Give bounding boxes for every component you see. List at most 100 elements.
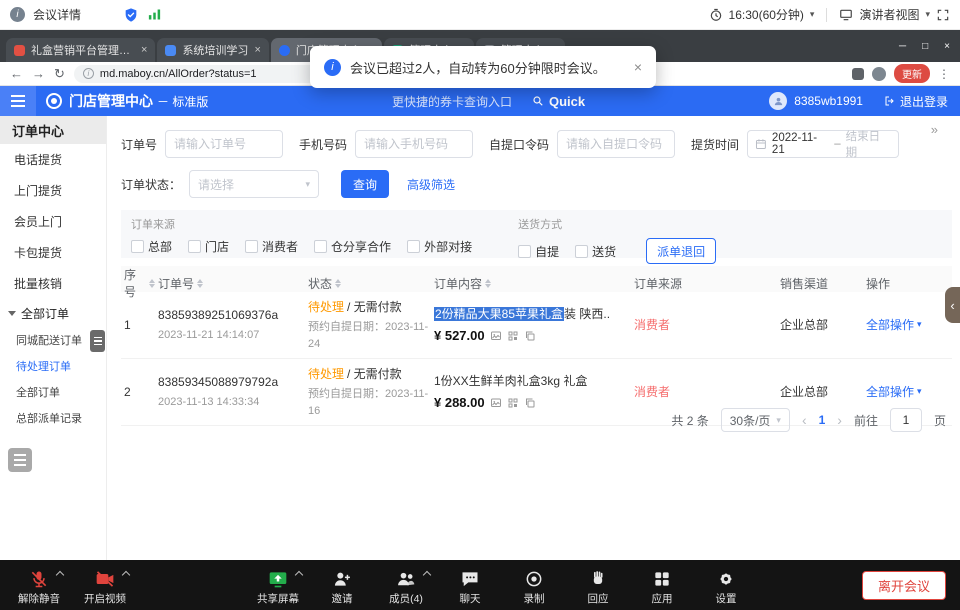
checkbox-hq[interactable]: 总部 <box>131 238 172 255</box>
meeting-timer[interactable]: 16:30(60分钟) <box>729 6 804 23</box>
toolbar-item-share-screen[interactable]: 共享屏幕 <box>249 565 307 606</box>
meeting-info-icon[interactable]: i <box>10 7 25 22</box>
sidebar-item-phone-pickup[interactable]: 电话提货 <box>0 144 106 175</box>
sort-icon[interactable] <box>197 279 203 288</box>
toolbar-item-chat[interactable]: 聊天 <box>441 565 499 606</box>
network-signal-icon[interactable] <box>147 7 162 22</box>
checkbox-delivery[interactable]: 送货 <box>575 243 616 260</box>
fullscreen-icon[interactable] <box>936 8 950 22</box>
toolbar-item-start-video[interactable]: 开启视频 <box>76 565 134 606</box>
date-start-value[interactable]: 2022-11-21 <box>772 132 829 156</box>
prev-page-button[interactable]: ‹ <box>802 412 807 428</box>
panel-toggle-chevron[interactable]: ‹ <box>945 287 960 323</box>
col-header-status[interactable]: 状态 <box>305 275 431 292</box>
order-no-input[interactable] <box>165 130 283 158</box>
chevron-up-icon[interactable] <box>423 570 431 578</box>
browser-update-button[interactable]: 更新 <box>894 64 930 83</box>
tab-close-icon[interactable]: × <box>254 44 260 56</box>
toolbar-item-apps[interactable]: 应用 <box>633 565 691 606</box>
toast-close-icon[interactable]: × <box>634 59 642 75</box>
sidebar-item-batch-verify[interactable]: 批量核销 <box>0 268 106 299</box>
logout-button[interactable]: 退出登录 <box>884 93 948 110</box>
copy-icon[interactable] <box>524 330 536 342</box>
extensions-icon[interactable] <box>852 68 864 80</box>
qr-code-icon[interactable] <box>507 330 519 342</box>
chevron-down-icon[interactable]: ▾ <box>810 9 815 20</box>
pickup-code-input[interactable] <box>557 130 675 158</box>
sort-icon[interactable] <box>485 279 491 288</box>
order-status-select[interactable]: 请选择 ▾ <box>189 170 319 198</box>
page-size-select[interactable]: 30条/页▾ <box>721 408 790 432</box>
window-maximize-button[interactable]: □ <box>922 41 928 52</box>
username[interactable]: 8385wb1991 <box>794 94 863 108</box>
meeting-details-label[interactable]: 会议详情 <box>33 6 81 23</box>
sidebar-item-pending-orders[interactable]: 待处理订单 <box>0 353 106 379</box>
date-range-input[interactable]: 2022-11-21 – 结束日期 <box>747 130 899 158</box>
checkbox-warehouse-coop[interactable]: 仓分享合作 <box>314 238 391 255</box>
col-header-index[interactable]: 序号 <box>121 266 155 300</box>
hamburger-menu-icon[interactable] <box>0 86 36 116</box>
sidebar-group-all-orders[interactable]: 全部订单 <box>0 299 106 327</box>
col-header-order-no[interactable]: 订单号 <box>155 275 305 292</box>
back-icon[interactable]: ← <box>10 67 23 80</box>
window-close-button[interactable]: × <box>944 41 950 52</box>
dispatch-return-button[interactable]: 派单退回 <box>646 238 716 264</box>
col-header-content[interactable]: 订单内容 <box>431 275 631 292</box>
view-mode-selector[interactable]: 演讲者视图 <box>859 6 919 23</box>
reload-icon[interactable]: ↻ <box>54 67 65 80</box>
promo-link[interactable]: 更快捷的券卡查询入口 <box>392 93 512 110</box>
advanced-filter-link[interactable]: 高级筛选 <box>407 176 455 193</box>
copy-icon[interactable] <box>524 397 536 409</box>
current-page[interactable]: 1 <box>819 413 826 427</box>
image-icon[interactable] <box>490 330 502 342</box>
chevron-down-icon[interactable]: ▾ <box>925 9 930 20</box>
qr-code-icon[interactable] <box>507 397 519 409</box>
toolbar-item-unmute[interactable]: 解除静音 <box>10 565 68 606</box>
chevron-up-icon[interactable] <box>122 570 130 578</box>
row-actions-dropdown[interactable]: 全部操作▾ <box>863 316 952 334</box>
site-info-icon[interactable]: i <box>83 68 94 79</box>
quick-search[interactable]: Quick <box>532 94 585 109</box>
sidebar-item-hq-dispatch-log[interactable]: 总部派单记录 <box>0 405 106 431</box>
browser-menu-icon[interactable]: ⋮ <box>938 67 950 81</box>
image-icon[interactable] <box>490 397 502 409</box>
browser-tab[interactable]: 系统培训学习 × <box>157 38 268 62</box>
toolbar-item-settings[interactable]: 设置 <box>697 565 755 606</box>
toolbar-item-members[interactable]: 成员(4) <box>377 565 435 606</box>
date-end-placeholder[interactable]: 结束日期 <box>846 128 891 160</box>
next-page-button[interactable]: › <box>837 412 842 428</box>
chevron-up-icon[interactable] <box>295 570 303 578</box>
camera-off-icon <box>95 568 115 589</box>
sidebar-item-door-pickup[interactable]: 上门提货 <box>0 175 106 206</box>
checkbox-store[interactable]: 门店 <box>188 238 229 255</box>
sidebar-section-order-center[interactable]: 订单中心 <box>0 116 106 144</box>
checkbox-consumer[interactable]: 消费者 <box>245 238 298 255</box>
leave-meeting-button[interactable]: 离开会议 <box>862 571 946 600</box>
window-minimize-button[interactable]: ─ <box>899 41 906 52</box>
task-list-floating-button[interactable] <box>8 448 32 472</box>
browser-tab[interactable]: 礼盒营销平台管理中心 × <box>6 38 155 62</box>
sort-icon[interactable] <box>335 279 341 288</box>
avatar[interactable] <box>769 92 787 110</box>
table-row[interactable]: 1 83859389251069376a 2023-11-21 14:14:07… <box>121 292 952 359</box>
sidebar-drag-handle[interactable] <box>90 330 105 352</box>
collapse-panel-icon[interactable]: » <box>931 122 938 137</box>
phone-input[interactable] <box>355 130 473 158</box>
sidebar-item-card-pickup[interactable]: 卡包提货 <box>0 237 106 268</box>
checkbox-label: 门店 <box>205 238 229 255</box>
tab-close-icon[interactable]: × <box>141 44 147 56</box>
sidebar-item-all-orders[interactable]: 全部订单 <box>0 379 106 405</box>
security-shield-icon[interactable] <box>123 7 139 23</box>
checkbox-external[interactable]: 外部对接 <box>407 238 472 255</box>
toolbar-item-reactions[interactable]: 回应 <box>569 565 627 606</box>
checkbox-self-pickup[interactable]: 自提 <box>518 243 559 260</box>
chevron-up-icon[interactable] <box>56 570 64 578</box>
search-button[interactable]: 查询 <box>341 170 389 198</box>
row-actions-dropdown[interactable]: 全部操作▾ <box>863 383 952 401</box>
goto-page-input[interactable] <box>890 408 922 432</box>
browser-profile-icon[interactable] <box>872 67 886 81</box>
forward-icon[interactable]: → <box>32 67 45 80</box>
toolbar-item-invite[interactable]: 邀请 <box>313 565 371 606</box>
sidebar-item-member-visit[interactable]: 会员上门 <box>0 206 106 237</box>
toolbar-item-record[interactable]: 录制 <box>505 565 563 606</box>
